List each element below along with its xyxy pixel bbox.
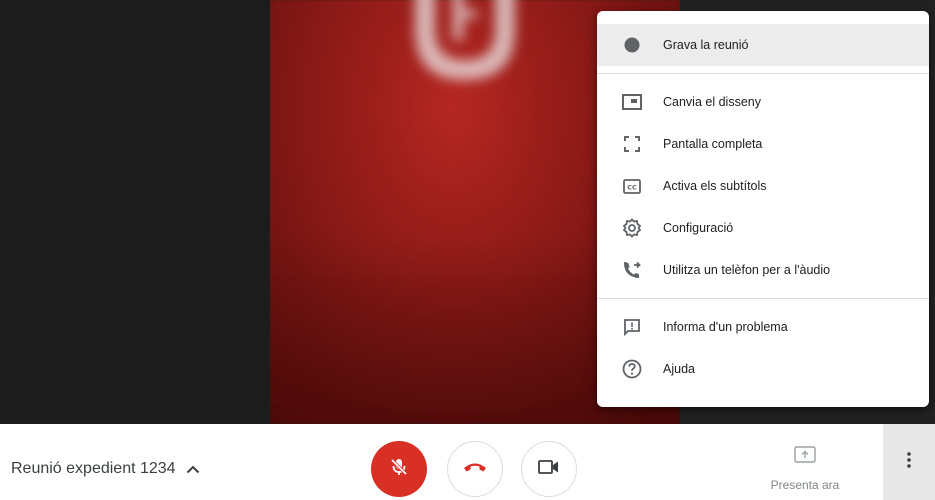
settings-gear-icon: [621, 217, 643, 239]
menu-item-label: Ajuda: [663, 362, 695, 376]
menu-item-label: Canvia el disseny: [663, 95, 761, 109]
captions-icon: CC: [621, 175, 643, 197]
menu-item-label: Activa els subtítols: [663, 179, 767, 193]
bottom-toolbar: Reunió expedient 1234 Presenta ara: [0, 424, 935, 500]
menu-item-label: Utilitza un telèfon per a l'àudio: [663, 263, 831, 277]
blurred-logo-image: [415, 0, 515, 80]
menu-divider: [597, 298, 929, 299]
menu-item-label: Informa d'un problema: [663, 320, 788, 334]
phone-forward-icon: [621, 259, 643, 281]
chevron-up-icon: [186, 464, 200, 474]
menu-item-label: Configuració: [663, 221, 734, 235]
menu-item-fullscreen[interactable]: Pantalla completa: [597, 123, 929, 165]
meeting-details-toggle[interactable]: Reunió expedient 1234: [11, 460, 200, 478]
video-camera-icon: [538, 459, 560, 480]
more-vertical-icon: [907, 451, 911, 473]
menu-item-settings[interactable]: Configuració: [597, 207, 929, 249]
microphone-toggle-button[interactable]: [371, 441, 427, 497]
video-left-panel: [0, 0, 270, 424]
meeting-title: Reunió expedient 1234: [11, 460, 176, 477]
more-options-button[interactable]: [883, 424, 935, 500]
camera-toggle-button[interactable]: [521, 441, 577, 497]
menu-item-captions[interactable]: CC Activa els subtítols: [597, 165, 929, 207]
present-now-label: Presenta ara: [770, 478, 840, 492]
record-dot-icon: [621, 34, 643, 56]
layout-icon: [621, 91, 643, 113]
menu-item-label: Pantalla completa: [663, 137, 763, 151]
menu-item-record[interactable]: Grava la reunió: [597, 24, 929, 66]
more-options-menu: Grava la reunió Canvia el disseny Pantal…: [597, 11, 929, 407]
microphone-off-icon: [388, 456, 410, 483]
fullscreen-icon: [621, 133, 643, 155]
hang-up-phone-icon: [463, 460, 487, 478]
help-icon: [621, 358, 643, 380]
menu-item-phone-audio[interactable]: Utilitza un telèfon per a l'àudio: [597, 249, 929, 291]
menu-item-report-problem[interactable]: Informa d'un problema: [597, 306, 929, 348]
hang-up-button[interactable]: [447, 441, 503, 497]
menu-item-change-layout[interactable]: Canvia el disseny: [597, 81, 929, 123]
svg-text:CC: CC: [627, 183, 637, 191]
present-now-button[interactable]: Presenta ara: [760, 446, 850, 492]
menu-item-help[interactable]: Ajuda: [597, 348, 929, 390]
menu-divider: [597, 73, 929, 74]
feedback-icon: [621, 316, 643, 338]
present-screen-icon: [794, 446, 816, 469]
menu-item-label: Grava la reunió: [663, 38, 749, 52]
